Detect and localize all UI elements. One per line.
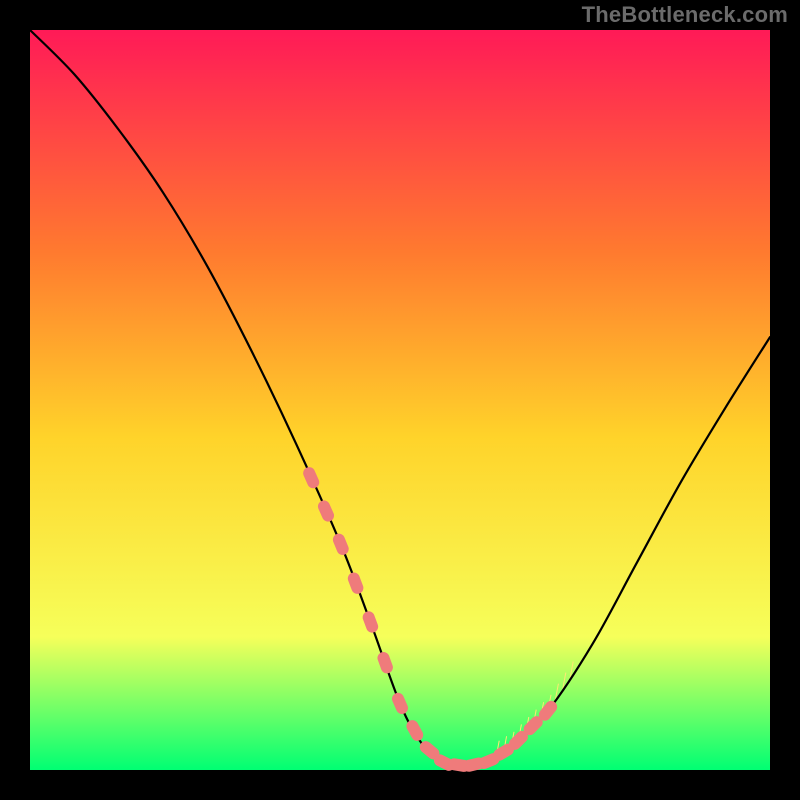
chart-stage: TheBottleneck.com xyxy=(0,0,800,800)
watermark-text: TheBottleneck.com xyxy=(582,2,788,28)
bottleneck-chart xyxy=(0,0,800,800)
plot-background xyxy=(30,30,770,770)
